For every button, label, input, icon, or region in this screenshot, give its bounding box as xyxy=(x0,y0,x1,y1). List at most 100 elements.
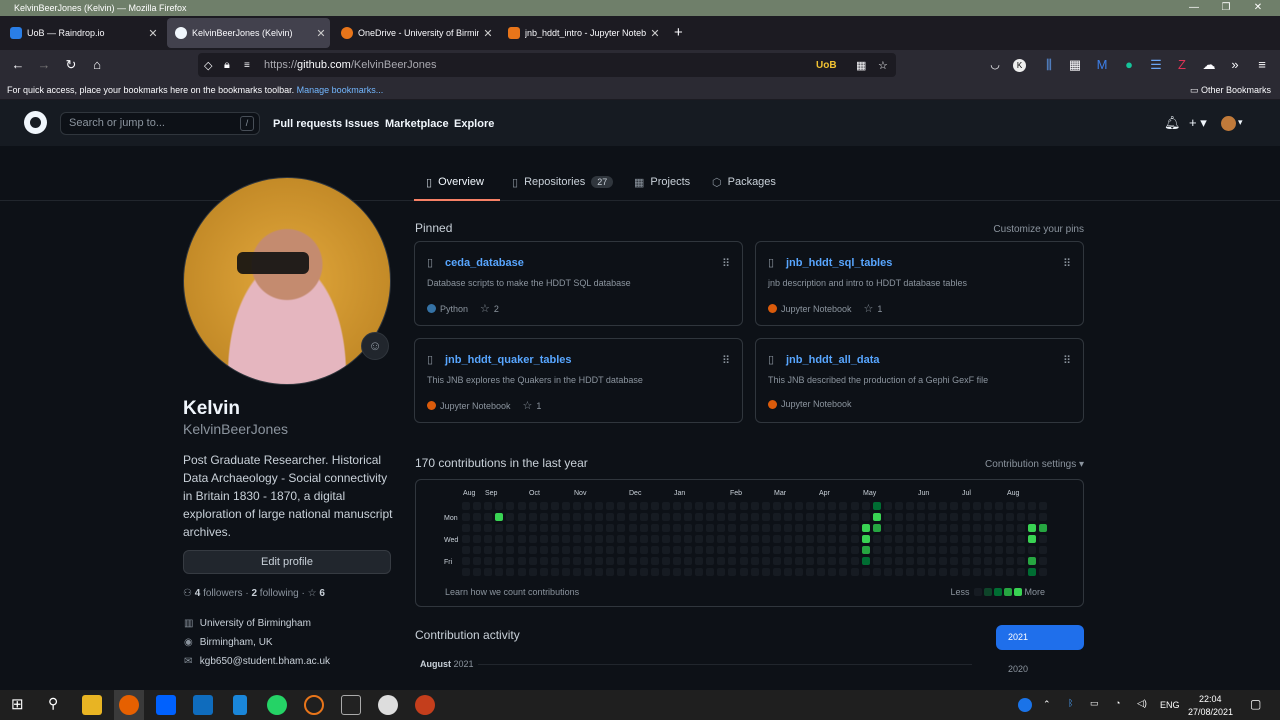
contribution-day-cell[interactable] xyxy=(806,546,815,554)
contribution-day-cell[interactable] xyxy=(717,546,726,554)
contribution-day-cell[interactable] xyxy=(617,568,626,576)
contribution-day-cell[interactable] xyxy=(484,546,493,554)
followers-link[interactable]: followers xyxy=(203,588,242,599)
contribution-day-cell[interactable] xyxy=(473,557,482,565)
contribution-day-cell[interactable] xyxy=(695,557,704,565)
contribution-day-cell[interactable] xyxy=(961,568,970,576)
manage-bookmarks-link[interactable]: Manage bookmarks... xyxy=(297,85,384,95)
tab-raindrop[interactable]: UoB — Raindrop.io ✕ xyxy=(2,18,162,48)
contribution-day-cell[interactable] xyxy=(706,502,715,510)
nav-marketplace[interactable]: Marketplace xyxy=(385,118,449,130)
app-icon[interactable] xyxy=(341,695,361,715)
contribution-day-cell[interactable] xyxy=(1028,557,1037,565)
repo-name-link[interactable]: jnb_hddt_sql_tables xyxy=(786,257,892,269)
contribution-day-cell[interactable] xyxy=(639,546,648,554)
contribution-day-cell[interactable] xyxy=(639,502,648,510)
menu-icon[interactable]: ≡ xyxy=(1253,56,1271,74)
contribution-day-cell[interactable] xyxy=(473,568,482,576)
wifi-icon[interactable]: ◔ xyxy=(1115,698,1120,708)
contribution-day-cell[interactable] xyxy=(1017,557,1025,565)
contribution-day-cell[interactable] xyxy=(983,568,992,576)
contribution-day-cell[interactable] xyxy=(850,535,859,543)
pocket-icon[interactable]: ◡ xyxy=(986,56,1004,74)
contribution-day-cell[interactable] xyxy=(628,557,637,565)
contribution-day-cell[interactable] xyxy=(728,568,737,576)
contribution-day-cell[interactable] xyxy=(617,502,626,510)
contribution-day-cell[interactable] xyxy=(828,502,837,510)
contribution-day-cell[interactable] xyxy=(517,524,526,532)
contribution-day-cell[interactable] xyxy=(983,557,992,565)
contribution-day-cell[interactable] xyxy=(928,568,937,576)
contribution-day-cell[interactable] xyxy=(517,513,526,521)
contribution-day-cell[interactable] xyxy=(806,557,815,565)
contribution-day-cell[interactable] xyxy=(695,524,704,532)
contribution-day-cell[interactable] xyxy=(917,524,926,532)
tab-onedrive[interactable]: OneDrive - University of Birmingham ✕ xyxy=(333,18,497,48)
contribution-day-cell[interactable] xyxy=(539,524,548,532)
contribution-day-cell[interactable] xyxy=(728,546,737,554)
drag-handle-icon[interactable]: ⠿ xyxy=(1063,354,1071,367)
contribution-day-cell[interactable] xyxy=(573,513,581,521)
contribution-day-cell[interactable] xyxy=(628,513,637,521)
contribution-day-cell[interactable] xyxy=(1028,568,1037,576)
contribution-day-cell[interactable] xyxy=(783,557,792,565)
contribution-day-cell[interactable] xyxy=(939,502,948,510)
contribution-day-cell[interactable] xyxy=(972,557,981,565)
contribution-day-cell[interactable] xyxy=(983,513,992,521)
contribution-day-cell[interactable] xyxy=(473,524,482,532)
contribution-day-cell[interactable] xyxy=(584,535,593,543)
search-icon[interactable]: ⚲ xyxy=(48,695,58,712)
url-text[interactable]: https://github.com/KelvinBeerJones xyxy=(264,59,436,71)
contribution-day-cell[interactable] xyxy=(961,557,970,565)
repo-name-link[interactable]: jnb_hddt_quaker_tables xyxy=(445,354,572,366)
grid-icon[interactable]: ▦ xyxy=(856,59,866,72)
home-icon[interactable]: ⌂ xyxy=(88,56,106,74)
contribution-day-cell[interactable] xyxy=(1028,535,1037,543)
contribution-day-cell[interactable] xyxy=(484,557,493,565)
contribution-day-cell[interactable] xyxy=(761,524,770,532)
contribution-day-cell[interactable] xyxy=(861,535,870,543)
contribution-day-cell[interactable] xyxy=(872,502,881,510)
contribution-day-cell[interactable] xyxy=(883,535,892,543)
contribution-day-cell[interactable] xyxy=(717,513,726,521)
contribution-day-cell[interactable] xyxy=(972,502,981,510)
contribution-day-cell[interactable] xyxy=(783,535,792,543)
contribution-day-cell[interactable] xyxy=(462,557,470,565)
contribution-day-cell[interactable] xyxy=(1017,535,1025,543)
contribution-day-cell[interactable] xyxy=(695,568,704,576)
contribution-day-cell[interactable] xyxy=(861,524,870,532)
contribution-day-cell[interactable] xyxy=(595,513,604,521)
contribution-day-cell[interactable] xyxy=(506,502,515,510)
learn-contributions-link[interactable]: Learn how we count contributions xyxy=(445,587,579,597)
contribution-day-cell[interactable] xyxy=(917,535,926,543)
following-link[interactable]: following xyxy=(260,588,299,599)
contribution-day-cell[interactable] xyxy=(761,557,770,565)
mendeley-icon[interactable]: M xyxy=(1093,56,1111,74)
firefox-icon[interactable] xyxy=(119,695,139,715)
permissions-icon[interactable]: ≡ xyxy=(244,60,250,71)
contribution-day-cell[interactable] xyxy=(783,568,792,576)
nav-explore[interactable]: Explore xyxy=(454,118,494,130)
contribution-day-cell[interactable] xyxy=(861,557,870,565)
contribution-day-cell[interactable] xyxy=(994,568,1003,576)
repo-name-link[interactable]: jnb_hddt_all_data xyxy=(786,354,880,366)
contribution-day-cell[interactable] xyxy=(462,513,470,521)
contribution-day-cell[interactable] xyxy=(883,513,892,521)
contribution-day-cell[interactable] xyxy=(939,568,948,576)
chevron-down-icon[interactable]: ▾ xyxy=(1238,117,1243,128)
contribution-day-cell[interactable] xyxy=(1039,568,1048,576)
contribution-day-cell[interactable] xyxy=(561,557,570,565)
contribution-day-cell[interactable] xyxy=(828,568,837,576)
contribution-day-cell[interactable] xyxy=(473,535,482,543)
contribution-day-cell[interactable] xyxy=(872,546,881,554)
contribution-day-cell[interactable] xyxy=(917,502,926,510)
tab-github[interactable]: KelvinBeerJones (Kelvin) ✕ xyxy=(167,18,330,48)
contribution-day-cell[interactable] xyxy=(628,524,637,532)
star-icon[interactable]: ☆ xyxy=(480,302,490,315)
contribution-day-cell[interactable] xyxy=(883,546,892,554)
contribution-day-cell[interactable] xyxy=(928,524,937,532)
new-tab-button[interactable]: + xyxy=(674,24,683,41)
contribution-day-cell[interactable] xyxy=(628,568,637,576)
contribution-day-cell[interactable] xyxy=(861,568,870,576)
contribution-day-cell[interactable] xyxy=(828,535,837,543)
